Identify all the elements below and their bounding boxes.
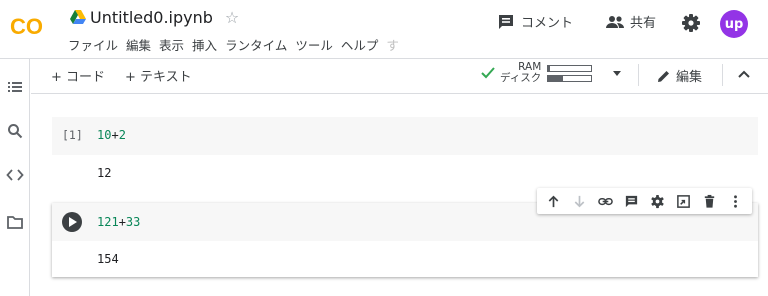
share-button[interactable]: 共有 (605, 12, 656, 31)
folder-icon[interactable] (6, 213, 24, 231)
more-icon[interactable] (728, 194, 743, 209)
run-cell-button[interactable] (62, 212, 82, 232)
avatar[interactable]: up (720, 10, 748, 38)
add-text-button[interactable]: + テキスト (125, 66, 192, 85)
menu-insert[interactable]: 挿入 (188, 35, 221, 54)
notebook-title[interactable]: Untitled0.ipynb (90, 8, 213, 27)
connected-check-icon (481, 67, 495, 79)
toolbar-divider (31, 93, 768, 94)
ram-usage-bar (547, 64, 593, 72)
search-icon[interactable] (6, 122, 24, 140)
menu-tools[interactable]: ツール (291, 35, 337, 54)
comment-label: コメント (521, 16, 574, 31)
caret-down-icon[interactable] (611, 68, 623, 78)
menu-edit[interactable]: 編集 (122, 35, 155, 54)
header-divider (0, 58, 768, 59)
menu-runtime[interactable]: ランタイム (221, 35, 291, 54)
code-cell-1-editor[interactable] (52, 117, 758, 155)
code-token: 10 (97, 128, 112, 142)
code-cell-1-source[interactable]: 10+2 (97, 128, 126, 142)
menu-file[interactable]: ファイル (64, 35, 122, 54)
share-label: 共有 (630, 16, 657, 31)
toolbar-separator (638, 64, 639, 86)
code-token: 121 (97, 215, 119, 229)
resources-indicator[interactable]: RAM ディスク (480, 62, 593, 84)
code-token: 33 (125, 215, 141, 229)
toolbar-separator (722, 64, 723, 86)
chevron-up-icon[interactable] (736, 66, 752, 82)
colab-logo[interactable]: CO (10, 14, 46, 38)
comment-icon (499, 14, 513, 29)
link-icon[interactable] (598, 194, 613, 209)
execution-count: [1] (62, 128, 83, 142)
disk-label: ディスク (500, 72, 542, 84)
mirror-cell-icon[interactable] (676, 194, 691, 209)
code-snippets-icon[interactable] (6, 166, 24, 184)
menu-help[interactable]: ヘルプ (337, 35, 383, 54)
arrow-down-icon[interactable] (572, 194, 587, 209)
edit-button[interactable]: 編集 (657, 66, 702, 85)
add-code-button[interactable]: + コード (51, 66, 105, 85)
delete-icon[interactable] (702, 194, 717, 209)
code-cell-2-source[interactable]: 121+33 (97, 215, 140, 229)
code-cell-2-output: 154 (97, 252, 119, 266)
edit-label: 編集 (676, 70, 703, 85)
svg-text:CO: CO (10, 14, 43, 38)
settings-gear-icon[interactable] (680, 12, 702, 34)
comment-button[interactable]: コメント (497, 12, 573, 31)
disk-usage-bar (547, 74, 593, 82)
code-cell-1-output: 12 (97, 166, 112, 180)
code-token: 2 (118, 128, 126, 142)
menu-view[interactable]: 表示 (155, 35, 188, 54)
gear-icon[interactable] (650, 194, 665, 209)
code-token: + (111, 128, 119, 142)
cell-toolbar (537, 188, 752, 214)
arrow-up-icon[interactable] (546, 194, 561, 209)
title-row: Untitled0.ipynb ☆ (70, 6, 239, 28)
pencil-icon (658, 70, 669, 82)
comment-icon[interactable] (624, 194, 639, 209)
table-of-contents-icon[interactable] (6, 78, 24, 96)
code-token: + (118, 215, 126, 229)
menu-trailing-text: す (386, 38, 399, 53)
drive-icon (70, 10, 86, 24)
star-icon[interactable]: ☆ (225, 8, 239, 27)
menu-bar: ファイル 編集 表示 挿入 ランタイム ツール ヘルプ す (64, 35, 403, 54)
people-icon (606, 15, 624, 28)
